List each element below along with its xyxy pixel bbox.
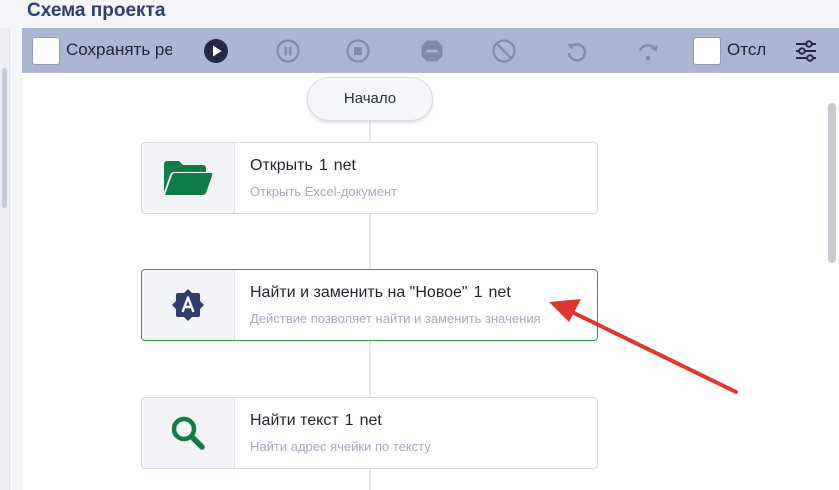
debug-checkbox[interactable] <box>693 37 721 65</box>
flow-node-open[interactable]: Открыть 1 net Открыть Excel-документ <box>141 142 598 214</box>
node-title: Найти и заменить на "Новое" 1 net <box>250 284 511 301</box>
node-title: Открыть 1 net <box>250 157 356 174</box>
right-scrollbar[interactable] <box>824 73 839 490</box>
search-icon <box>142 398 235 468</box>
save-checkbox[interactable] <box>32 37 60 65</box>
start-node[interactable]: Начало <box>307 77 433 121</box>
find-replace-icon <box>142 270 235 340</box>
toolbar: Сохранять ре Отсл <box>22 28 839 73</box>
pause-icon[interactable] <box>274 37 302 65</box>
save-checkbox-label: Сохранять ре <box>66 40 172 59</box>
panel-title: Схема проекта <box>27 0 166 21</box>
play-icon[interactable] <box>202 37 230 65</box>
redo-icon[interactable] <box>634 37 662 65</box>
node-subtitle: Найти адрес ячейки по тексту <box>250 439 431 454</box>
flow-canvas[interactable]: Начало Открыть 1 net Открыть Excel-докумен… <box>22 73 839 490</box>
forbidden-icon[interactable] <box>490 37 518 65</box>
block-icon[interactable] <box>418 37 446 65</box>
left-scrollbar-thumb[interactable] <box>2 68 7 208</box>
debug-checkbox-label: Отсл <box>727 40 765 59</box>
right-scrollbar-thumb[interactable] <box>828 103 836 263</box>
node-title: Найти текст 1 net <box>250 412 382 429</box>
stop-icon[interactable] <box>344 37 372 65</box>
flow-node-find-text[interactable]: Найти текст 1 net Найти адрес ячейки по те… <box>141 397 598 469</box>
left-scrollbar[interactable] <box>0 28 10 490</box>
node-subtitle: Действие позволяет найти и заменить знач… <box>250 311 541 326</box>
settings-sliders-icon[interactable] <box>792 37 820 65</box>
node-subtitle: Открыть Excel-документ <box>250 184 398 199</box>
flow-node-find-replace[interactable]: Найти и заменить на "Новое" 1 net Действие… <box>141 269 598 341</box>
undo-icon[interactable] <box>562 37 590 65</box>
folder-open-icon <box>142 143 235 213</box>
